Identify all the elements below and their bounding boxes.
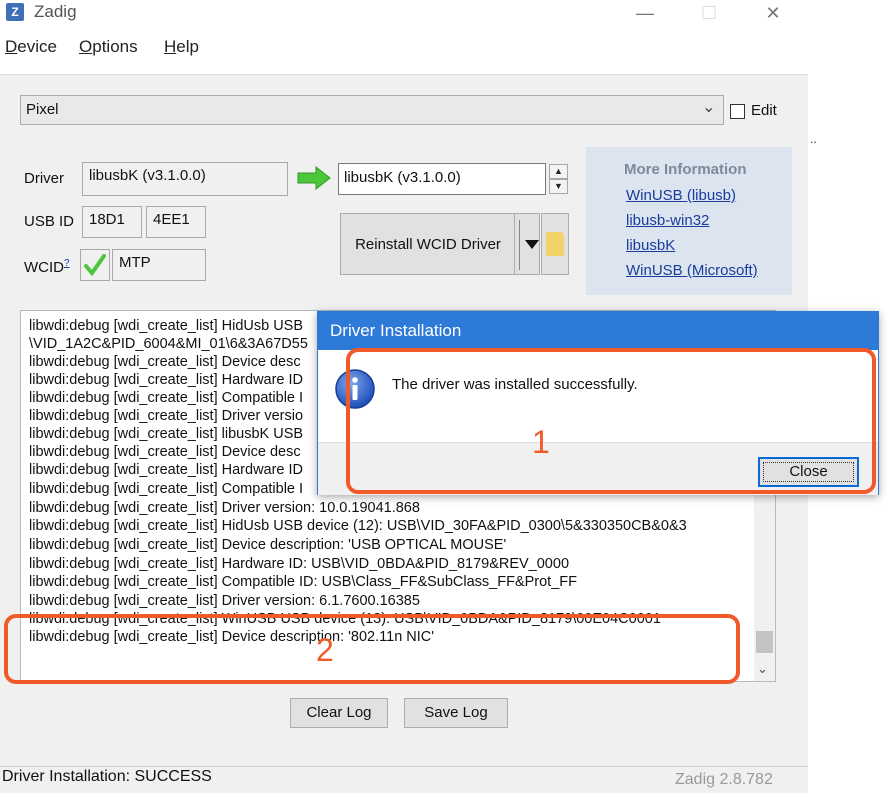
vid-field: 18D1 (82, 206, 142, 238)
usb-id-label: USB ID (24, 213, 75, 230)
log-line: libwdi:debug [wdi_create_list] Driver ve… (29, 408, 304, 424)
annotation-number-2: 2 (316, 632, 334, 668)
link-winusb-microsoft[interactable]: WinUSB (Microsoft) (626, 262, 758, 279)
log-line: libwdi:debug [wdi_create_list] Driver ve… (29, 593, 420, 609)
log-line: libwdi:debug [wdi_create_list] Device de… (29, 354, 301, 370)
device-select[interactable] (20, 95, 724, 125)
device-select-value: Pixel (26, 101, 59, 118)
save-log-button[interactable]: Save Log (404, 698, 508, 728)
spin-down-button[interactable]: ▼ (549, 179, 568, 194)
log-line: libwdi:debug [wdi_create_list] Hardware … (29, 372, 304, 388)
arrow-right-icon (297, 166, 331, 190)
minimize-button[interactable]: — (622, 0, 668, 28)
log-line: libwdi:debug [wdi_create_list] Hardware … (29, 556, 570, 572)
menu-options-rest: ptions (92, 37, 138, 56)
extract-folder-button[interactable] (541, 213, 569, 275)
status-text: Driver Installation: SUCCESS (2, 768, 212, 785)
close-window-button[interactable]: ✕ (750, 0, 796, 28)
log-line: libwdi:debug [wdi_create_list] Driver ve… (29, 500, 420, 516)
wcid-value-field: MTP (112, 249, 206, 281)
edit-checkbox[interactable] (730, 104, 745, 119)
log-line: \VID_1A2C&PID_6004&MI_01\6&3A67D55 (29, 336, 308, 352)
split-separator (519, 220, 520, 270)
menu-options[interactable]: Options (79, 37, 138, 57)
scroll-down-icon[interactable]: ⌄ (757, 661, 768, 677)
menu-device-rest: evice (17, 37, 57, 56)
menu-help-rest: elp (176, 37, 199, 56)
log-line: libwdi:debug [wdi_create_list] HidUsb US… (29, 318, 304, 334)
target-driver-field[interactable]: libusbK (v3.1.0.0) (338, 163, 546, 195)
more-info-title: More Information (624, 161, 747, 178)
wcid-status (80, 249, 110, 281)
driver-label: Driver (24, 170, 64, 187)
spin-up-button[interactable]: ▲ (549, 164, 568, 179)
annotation-number-1: 1 (532, 424, 550, 460)
wcid-label-text: WCID (24, 259, 64, 276)
chevron-down-icon[interactable]: ⌄ (702, 97, 715, 117)
dialog-title-bar[interactable]: Driver Installation (318, 312, 878, 350)
log-line: libwdi:debug [wdi_create_list] Hardware … (29, 462, 304, 478)
log-line: libwdi:debug [wdi_create_list] Compatibl… (29, 574, 577, 590)
wcid-label: WCID? (24, 258, 70, 276)
log-line: libwdi:debug [wdi_create_list] Device de… (29, 537, 507, 553)
maximize-button[interactable]: ☐ (686, 0, 732, 28)
dialog-title: Driver Installation (330, 321, 462, 340)
app-icon: Z (6, 3, 24, 21)
log-line: libwdi:debug [wdi_create_list] libusbK U… (29, 426, 304, 442)
link-libusb-win32[interactable]: libusb-win32 (626, 212, 709, 229)
folder-icon (546, 232, 564, 256)
checkmark-icon (84, 254, 106, 277)
pid-field: 4EE1 (146, 206, 206, 238)
annotation-box-2 (4, 614, 740, 684)
caret-down-icon (525, 240, 539, 249)
reinstall-driver-button[interactable]: Reinstall WCID Driver (340, 213, 516, 275)
clear-log-button[interactable]: Clear Log (290, 698, 388, 728)
edit-label: Edit (751, 102, 777, 119)
log-line: libwdi:debug [wdi_create_list] Compatibl… (29, 390, 304, 406)
version-text: Zadig 2.8.782 (675, 771, 773, 788)
log-line: libwdi:debug [wdi_create_list] Device de… (29, 444, 301, 460)
link-libusbk[interactable]: libusbK (626, 237, 675, 254)
current-driver-field: libusbK (v3.1.0.0) (82, 162, 288, 196)
scrollbar-thumb[interactable] (756, 631, 773, 653)
background-text: .. (810, 132, 817, 146)
menu-help[interactable]: Help (164, 37, 199, 57)
driver-options-dropdown-button[interactable] (514, 213, 540, 275)
wcid-help-link[interactable]: ? (64, 258, 70, 269)
window-title: Zadig (34, 2, 77, 21)
menu-device[interactable]: Device (5, 37, 57, 57)
log-line: libwdi:debug [wdi_create_list] Compatibl… (29, 481, 304, 497)
annotation-box-1 (346, 348, 876, 494)
link-winusb-libusb[interactable]: WinUSB (libusb) (626, 187, 736, 204)
log-line: libwdi:debug [wdi_create_list] HidUsb US… (29, 518, 687, 534)
